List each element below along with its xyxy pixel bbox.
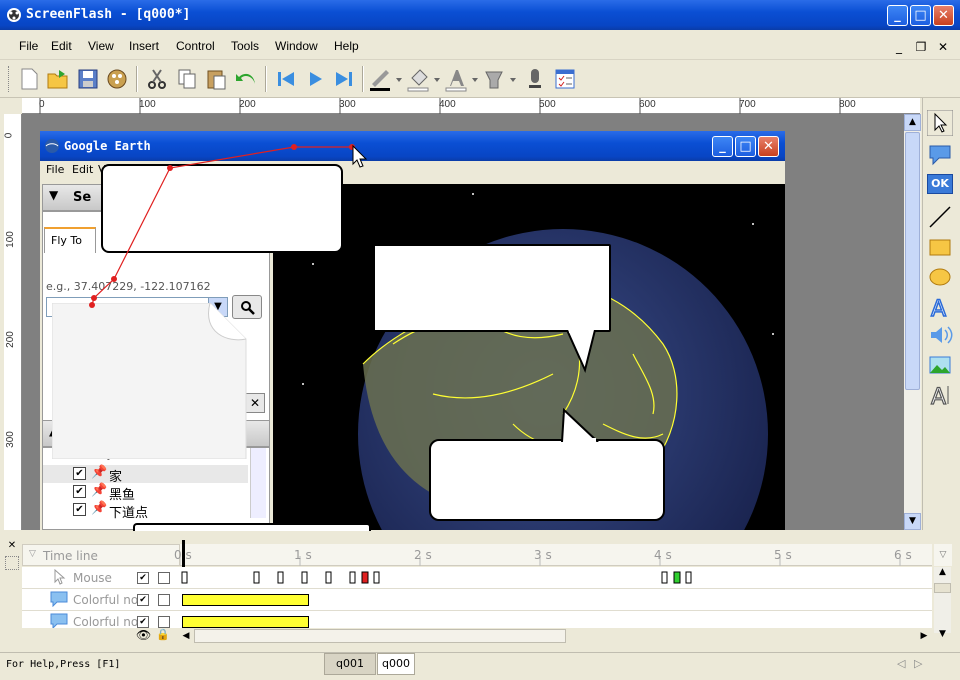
time-tick: 1 s [294, 548, 312, 562]
status-text: For Help,Press [F1] [6, 659, 121, 670]
image-tool-icon[interactable] [927, 352, 953, 378]
svg-text:A: A [931, 385, 946, 408]
callout-tool-icon[interactable] [927, 142, 953, 168]
visibility-checkbox[interactable]: ✔ [137, 594, 149, 606]
svg-text:A: A [931, 297, 946, 320]
line-tool-icon[interactable] [927, 204, 953, 230]
scroll-thumb[interactable] [905, 132, 920, 390]
timeline-row-label: Mouse [73, 571, 112, 585]
tab-scroll-left-icon[interactable]: ◁ [897, 657, 905, 670]
status-bar: For Help,Press [F1] q001 q000 ◁ ▷ [0, 652, 960, 680]
timeline-row-label: Colorful note [73, 593, 137, 607]
note-icon [50, 591, 68, 607]
timeline-dropdown-icon[interactable]: ▽ [934, 544, 952, 566]
lock-checkbox[interactable] [158, 594, 170, 606]
scroll-down-icon[interactable]: ▼ [904, 513, 921, 530]
timeline-header: ▽ Time line [22, 544, 180, 566]
time-ruler[interactable]: 0 s 1 s 2 s 3 s 4 s 5 s 6 s [174, 544, 932, 566]
time-tick: 4 s [654, 548, 672, 562]
scroll-right-icon[interactable]: ▶ [918, 629, 930, 643]
collapse-icon: ▽ [29, 549, 36, 559]
scroll-thumb[interactable] [934, 583, 951, 593]
note-duration-bar[interactable] [182, 616, 309, 628]
timeline-close-icon[interactable]: ✕ [5, 540, 19, 554]
eye-icon[interactable]: 👁 [136, 628, 151, 642]
lock-checkbox[interactable] [158, 572, 170, 584]
timeline-grip [5, 556, 19, 570]
mouse-keyframes[interactable] [180, 571, 700, 585]
note-duration-bar[interactable] [182, 594, 309, 606]
timeline-row-label: Colorful note [73, 615, 137, 629]
select-tool-icon[interactable] [927, 110, 953, 136]
time-tick: 3 s [534, 548, 552, 562]
timeline-header-label: Time line [43, 549, 98, 563]
timeline-hscroll-thumb[interactable] [194, 629, 566, 643]
tab-q000[interactable]: q000 [377, 653, 415, 675]
rectangle-tool-icon[interactable] [927, 234, 953, 260]
scroll-up-icon[interactable]: ▲ [934, 567, 951, 581]
time-tick: 6 s [894, 548, 912, 562]
text-frame-tool-icon[interactable]: A [927, 382, 953, 408]
visibility-checkbox[interactable]: ✔ [137, 572, 149, 584]
text-tool-icon[interactable]: A [927, 294, 953, 320]
time-ruler-ticks [180, 556, 901, 566]
note-icon [50, 613, 68, 629]
time-tick: 5 s [774, 548, 792, 562]
scroll-down-icon[interactable]: ▼ [934, 629, 951, 643]
time-tick: 2 s [414, 548, 432, 562]
lock-icon[interactable]: 🔒 [156, 628, 170, 641]
scroll-left-icon[interactable]: ◀ [180, 629, 192, 643]
sound-tool-icon[interactable] [927, 322, 953, 348]
tab-q001[interactable]: q001 [324, 653, 376, 675]
ellipse-tool-icon[interactable] [927, 264, 953, 290]
mouse-icon [54, 569, 66, 585]
tab-scroll-right-icon[interactable]: ▷ [914, 657, 922, 670]
scroll-up-icon[interactable]: ▲ [904, 114, 921, 131]
visibility-checkbox[interactable]: ✔ [137, 616, 149, 628]
button-tool-icon[interactable]: OK [927, 174, 953, 194]
timeline-vscroll[interactable]: ▲ ▼ [934, 567, 951, 639]
canvas-scrollbar[interactable]: ▲ ▼ [904, 114, 921, 530]
lock-checkbox[interactable] [158, 616, 170, 628]
